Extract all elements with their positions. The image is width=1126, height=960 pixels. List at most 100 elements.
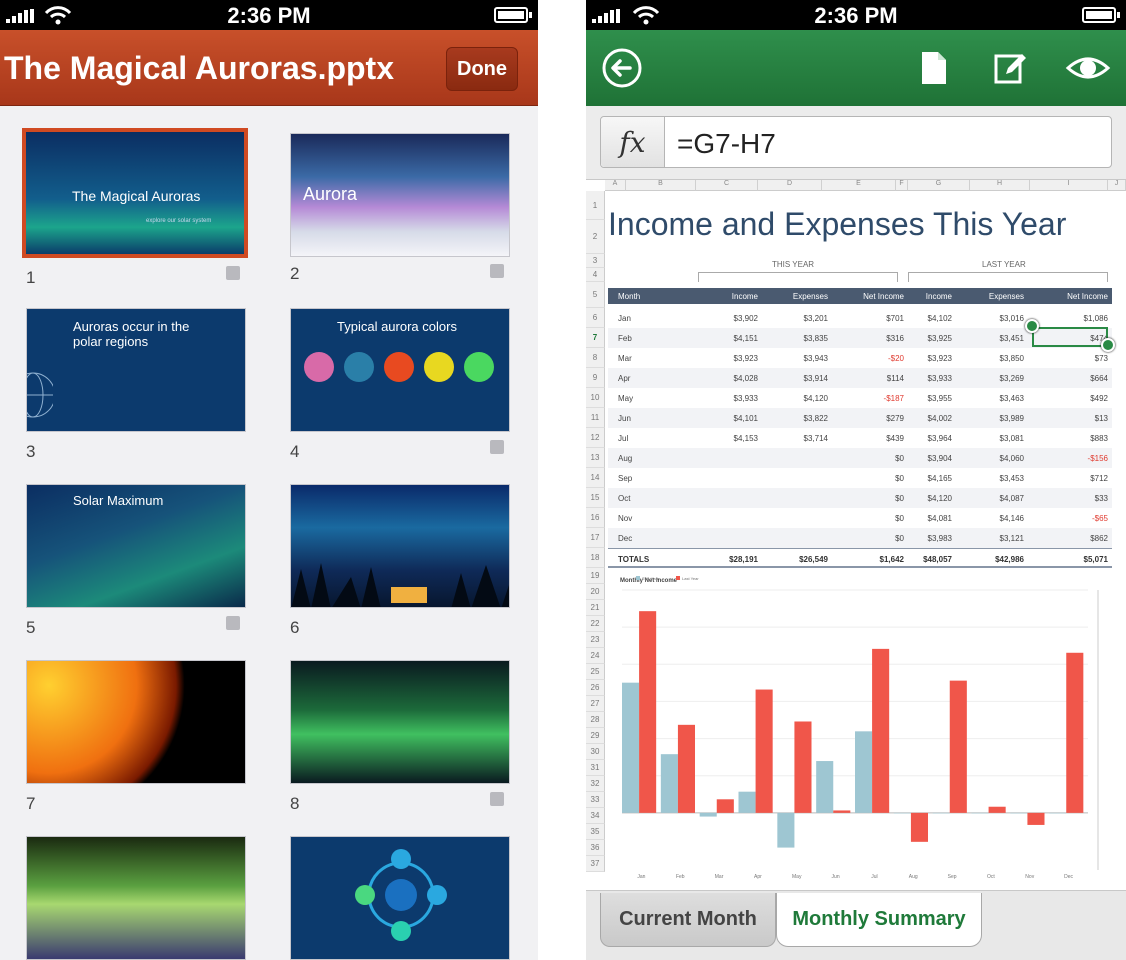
table-cell[interactable]: $3,453: [974, 474, 1024, 483]
row-number[interactable]: 2: [586, 220, 605, 254]
row-number[interactable]: 33: [586, 792, 605, 808]
table-row[interactable]: May $3,933 $4,120 -$187 $3,955 $3,463 $492: [608, 388, 1112, 408]
table-cell[interactable]: $4,165: [908, 474, 952, 483]
table-cell[interactable]: $3,904: [908, 454, 952, 463]
column-header[interactable]: J: [1108, 180, 1126, 191]
table-row[interactable]: Oct $0 $4,120 $4,087 $33: [608, 488, 1112, 508]
table-cell[interactable]: $28,191: [718, 555, 758, 564]
table-cell[interactable]: $3,933: [718, 394, 758, 403]
row-number[interactable]: 6: [586, 308, 605, 328]
table-cell[interactable]: -$156: [1038, 454, 1108, 463]
table-cell[interactable]: $13: [1038, 414, 1108, 423]
table-row[interactable]: Mar $3,923 $3,943 -$20 $3,923 $3,850 $73: [608, 348, 1112, 368]
table-row[interactable]: Jun $4,101 $3,822 $279 $4,002 $3,989 $13: [608, 408, 1112, 428]
table-cell[interactable]: $4,146: [974, 514, 1024, 523]
table-cell[interactable]: $4,028: [718, 374, 758, 383]
table-cell[interactable]: $3,902: [718, 314, 758, 323]
row-number[interactable]: 5: [586, 282, 605, 308]
table-cell[interactable]: Apr: [618, 374, 630, 383]
row-number[interactable]: 17: [586, 528, 605, 548]
slide-thumbnail-5[interactable]: Solar Maximum: [26, 484, 246, 608]
table-cell[interactable]: $3,451: [974, 334, 1024, 343]
table-cell[interactable]: TOTALS: [618, 555, 649, 564]
table-cell[interactable]: Sep: [618, 474, 632, 483]
row-number[interactable]: 8: [586, 348, 605, 368]
table-cell[interactable]: $4,120: [908, 494, 952, 503]
row-number[interactable]: 28: [586, 712, 605, 728]
table-cell[interactable]: $3,081: [974, 434, 1024, 443]
row-number[interactable]: 32: [586, 776, 605, 792]
row-number[interactable]: 4: [586, 268, 605, 282]
row-number[interactable]: 21: [586, 600, 605, 616]
formula-bar[interactable]: fx =G7-H7: [600, 116, 1112, 168]
back-icon[interactable]: [600, 46, 644, 90]
slide-thumbnail-7[interactable]: [26, 660, 246, 784]
tab-current-month[interactable]: Current Month: [600, 893, 776, 947]
column-header[interactable]: I: [1030, 180, 1108, 191]
column-header[interactable]: G: [908, 180, 970, 191]
table-cell[interactable]: Oct: [618, 494, 630, 503]
table-row[interactable]: Dec $0 $3,983 $3,121 $862: [608, 528, 1112, 548]
row-number[interactable]: 1: [586, 191, 605, 220]
slide-thumbnail-4[interactable]: Typical aurora colors: [290, 308, 510, 432]
table-cell[interactable]: Aug: [618, 454, 632, 463]
table-cell[interactable]: $73: [1038, 354, 1108, 363]
row-number[interactable]: 20: [586, 584, 605, 600]
table-cell[interactable]: $114: [844, 374, 904, 383]
table-cell[interactable]: $0: [844, 454, 904, 463]
table-cell[interactable]: $26,549: [782, 555, 828, 564]
row-number[interactable]: 9: [586, 368, 605, 388]
column-header[interactable]: F: [896, 180, 908, 191]
table-cell[interactable]: Jun: [618, 414, 631, 423]
slide-thumbnail-3[interactable]: Auroras occur in the polar regions: [26, 308, 246, 432]
document-icon[interactable]: [912, 46, 956, 90]
selection-handle[interactable]: [1025, 319, 1039, 333]
table-cell[interactable]: $48,057: [908, 555, 952, 564]
table-cell[interactable]: $0: [844, 534, 904, 543]
table-cell[interactable]: $316: [844, 334, 904, 343]
table-cell[interactable]: $883: [1038, 434, 1108, 443]
column-header[interactable]: B: [626, 180, 696, 191]
table-row[interactable]: Nov $0 $4,081 $4,146 -$65: [608, 508, 1112, 528]
row-number[interactable]: 29: [586, 728, 605, 744]
row-number[interactable]: 18: [586, 548, 605, 568]
table-row[interactable]: Aug $0 $3,904 $4,060 -$156: [608, 448, 1112, 468]
table-cell[interactable]: $3,933: [908, 374, 952, 383]
table-cell[interactable]: -$187: [844, 394, 904, 403]
row-number[interactable]: 36: [586, 840, 605, 856]
table-cell[interactable]: $42,986: [974, 555, 1024, 564]
table-cell[interactable]: $3,923: [908, 354, 952, 363]
table-cell[interactable]: $4,087: [974, 494, 1024, 503]
table-cell[interactable]: $3,925: [908, 334, 952, 343]
table-cell[interactable]: $3,983: [908, 534, 952, 543]
row-number[interactable]: 31: [586, 760, 605, 776]
column-header[interactable]: A: [605, 180, 626, 191]
row-number[interactable]: 15: [586, 488, 605, 508]
table-cell[interactable]: $3,914: [782, 374, 828, 383]
table-cell[interactable]: $4,102: [908, 314, 952, 323]
slide-thumbnail-9[interactable]: [26, 836, 246, 960]
table-cell[interactable]: $4,101: [718, 414, 758, 423]
table-cell[interactable]: $3,463: [974, 394, 1024, 403]
row-number[interactable]: 34: [586, 808, 605, 824]
table-cell[interactable]: $3,016: [974, 314, 1024, 323]
row-number[interactable]: 16: [586, 508, 605, 528]
formula-input[interactable]: =G7-H7: [677, 128, 776, 160]
view-eye-icon[interactable]: [1064, 46, 1112, 90]
table-row[interactable]: Apr $4,028 $3,914 $114 $3,933 $3,269 $664: [608, 368, 1112, 388]
row-number[interactable]: 30: [586, 744, 605, 760]
table-cell[interactable]: $0: [844, 494, 904, 503]
row-number[interactable]: 19: [586, 568, 605, 584]
slide-thumbnail-8[interactable]: [290, 660, 510, 784]
row-number[interactable]: 22: [586, 616, 605, 632]
table-cell[interactable]: -$65: [1038, 514, 1108, 523]
slide-thumbnail-6[interactable]: [290, 484, 510, 608]
slide-thumbnail-10[interactable]: [290, 836, 510, 960]
slide-thumbnail-2[interactable]: Aurora: [290, 133, 510, 257]
table-cell[interactable]: $5,071: [1038, 555, 1108, 564]
table-cell[interactable]: $4,060: [974, 454, 1024, 463]
row-number[interactable]: 35: [586, 824, 605, 840]
row-number[interactable]: 3: [586, 254, 605, 268]
table-cell[interactable]: $1,086: [1038, 314, 1108, 323]
table-cell[interactable]: Feb: [618, 334, 632, 343]
